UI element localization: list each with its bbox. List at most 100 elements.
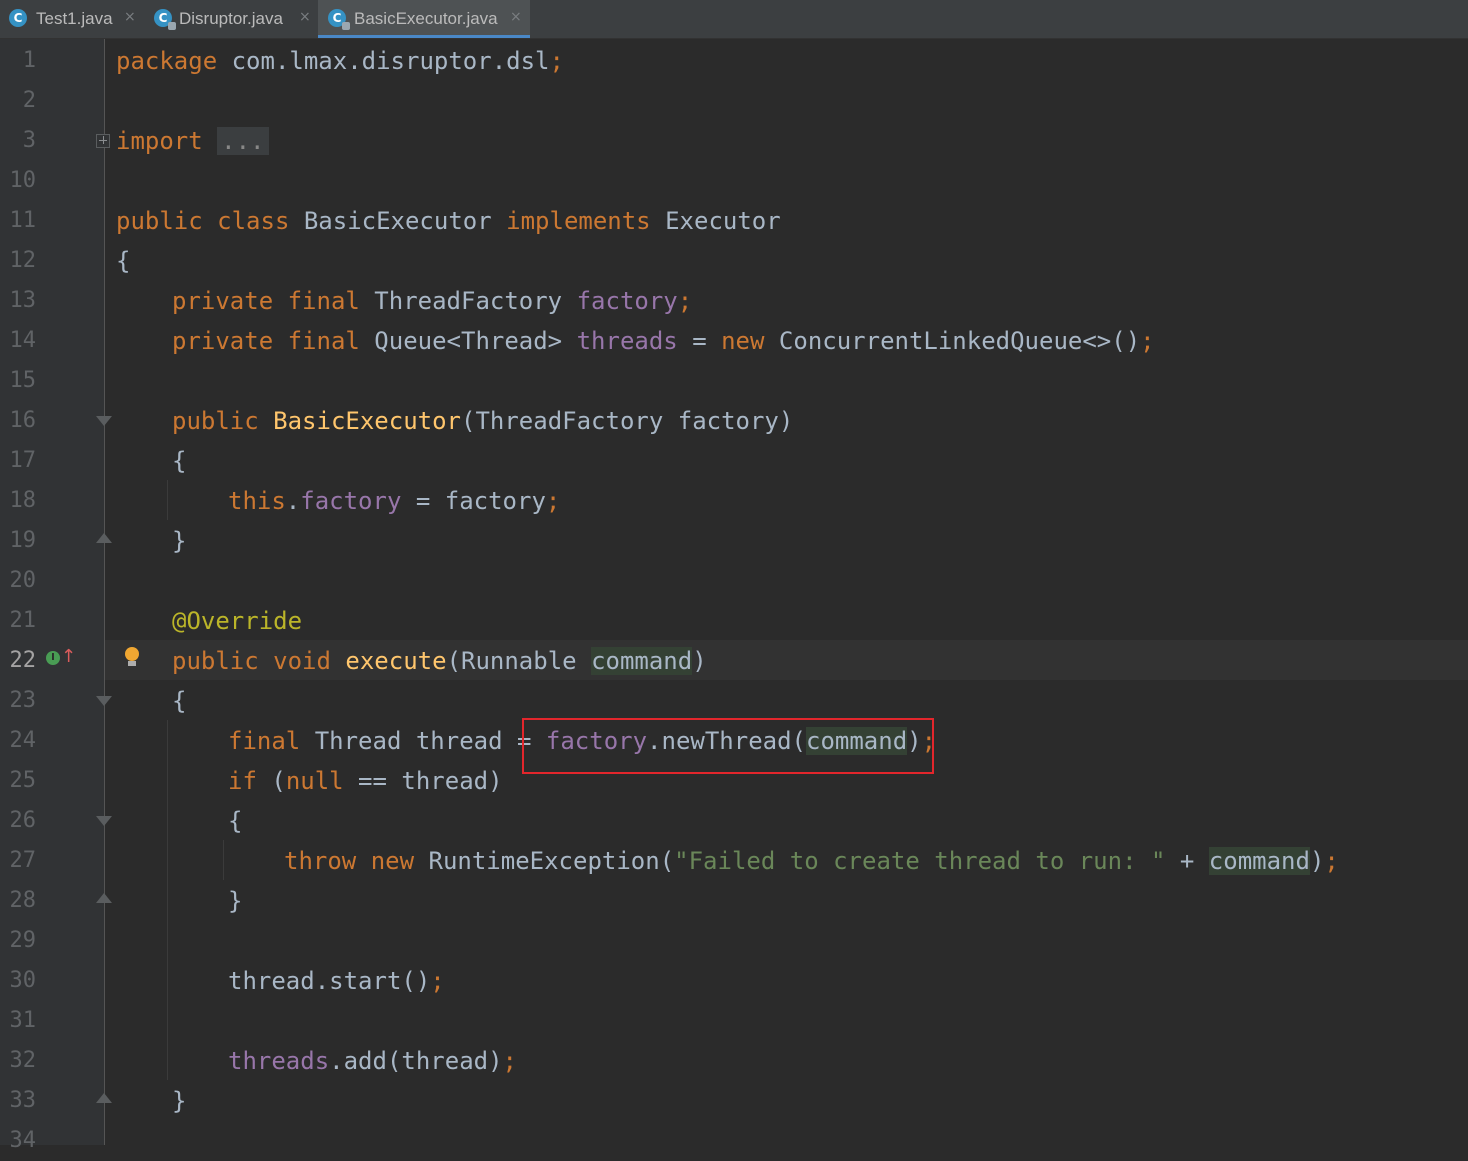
keyword: new bbox=[370, 847, 415, 875]
highlight-annotation-box bbox=[522, 718, 934, 774]
class-name: BasicExecutor bbox=[289, 207, 507, 235]
code-line-32[interactable]: threads.add(thread); bbox=[228, 1041, 517, 1081]
keyword: private final bbox=[172, 287, 360, 315]
code-line-11[interactable]: public class BasicExecutor implements Ex… bbox=[116, 201, 781, 241]
annotation: @Override bbox=[172, 607, 303, 635]
field: threads bbox=[576, 327, 678, 355]
line-number: 30 bbox=[9, 968, 37, 993]
icon-letter: C bbox=[158, 11, 168, 25]
folded-imports[interactable]: ... bbox=[217, 127, 269, 155]
method-call: .add(thread) bbox=[329, 1047, 503, 1075]
field: factory bbox=[300, 487, 402, 515]
brace: { bbox=[228, 807, 243, 835]
semicolon: ; bbox=[677, 287, 693, 315]
semicolon: ; bbox=[430, 967, 445, 995]
java-class-locked-icon: C bbox=[328, 9, 350, 30]
tab-disruptor[interactable]: C Disruptor.java × bbox=[146, 0, 318, 38]
code-line-14[interactable]: private final Queue<Thread> threads = ne… bbox=[172, 321, 1155, 361]
paren: ) bbox=[1309, 847, 1325, 875]
tab-test1[interactable]: C Test1.java × bbox=[0, 0, 146, 38]
fold-end-icon[interactable] bbox=[96, 893, 112, 903]
close-icon[interactable]: × bbox=[510, 9, 522, 25]
close-icon[interactable]: × bbox=[299, 9, 311, 25]
operator: = bbox=[677, 327, 722, 355]
condition: == thread) bbox=[343, 767, 503, 795]
code-line-23[interactable]: { bbox=[172, 681, 186, 721]
code-line-30[interactable]: thread.start(); bbox=[228, 961, 445, 1001]
keyword: public void bbox=[172, 647, 331, 675]
semicolon: ; bbox=[549, 47, 564, 75]
keyword: this bbox=[228, 487, 286, 515]
implements-method-icon[interactable]: I bbox=[46, 651, 60, 665]
line-number: 14 bbox=[9, 328, 37, 353]
code-line-25[interactable]: if (null == thread) bbox=[228, 761, 503, 801]
code-line-16[interactable]: public BasicExecutor(ThreadFactory facto… bbox=[172, 401, 793, 441]
code-line-17[interactable]: { bbox=[172, 441, 186, 481]
line-number: 18 bbox=[9, 488, 37, 513]
line-number: 34 bbox=[9, 1128, 37, 1153]
semicolon: ; bbox=[1324, 847, 1339, 875]
method-call: thread.start() bbox=[228, 967, 431, 995]
line-number: 3 bbox=[22, 128, 36, 153]
type: Queue<Thread> bbox=[359, 327, 577, 355]
fold-end-icon[interactable] bbox=[96, 533, 112, 543]
line-number: 28 bbox=[9, 888, 37, 913]
code-line-12[interactable]: { bbox=[116, 241, 130, 281]
keyword: public bbox=[172, 407, 259, 435]
keyword: package bbox=[116, 47, 218, 75]
code-line-21[interactable]: @Override bbox=[172, 601, 302, 641]
assignment: = factory bbox=[401, 487, 546, 515]
string-literal: "Failed to create thread to run: " bbox=[674, 847, 1166, 875]
paren: ( bbox=[256, 767, 286, 795]
lock-icon bbox=[168, 22, 176, 30]
fold-collapse-icon[interactable] bbox=[96, 696, 112, 706]
fold-expand-icon[interactable] bbox=[96, 134, 110, 148]
keyword: final bbox=[228, 727, 301, 755]
indent-guide bbox=[223, 840, 224, 880]
fold-end-icon[interactable] bbox=[96, 1093, 112, 1103]
lightbulb-icon[interactable] bbox=[124, 647, 140, 666]
code-line-28[interactable]: } bbox=[228, 881, 242, 921]
keyword: implements bbox=[506, 207, 651, 235]
interface-name: Executor bbox=[650, 207, 781, 235]
keyword: if bbox=[228, 767, 257, 795]
line-number: 24 bbox=[9, 728, 37, 753]
parameter-type: (Runnable bbox=[446, 647, 592, 675]
keyword: new bbox=[721, 327, 765, 355]
operator: + bbox=[1165, 847, 1209, 875]
tab-label: Test1.java bbox=[36, 9, 113, 28]
keyword: import bbox=[116, 127, 203, 155]
navigate-up-arrow-icon[interactable]: ↑ bbox=[61, 646, 76, 667]
line-number: 32 bbox=[9, 1048, 37, 1073]
brace: } bbox=[172, 1087, 187, 1115]
code-line-1[interactable]: package com.lmax.disruptor.dsl; bbox=[116, 41, 564, 81]
type: ThreadFactory bbox=[359, 287, 577, 315]
line-number: 1 bbox=[22, 48, 36, 73]
fold-collapse-icon[interactable] bbox=[96, 816, 112, 826]
line-number: 31 bbox=[9, 1008, 37, 1033]
brace: } bbox=[228, 887, 243, 915]
package-name: com.lmax.disruptor.dsl bbox=[217, 47, 550, 75]
fold-collapse-icon[interactable] bbox=[96, 416, 112, 426]
code-line-22[interactable]: public void execute(Runnable command) bbox=[172, 641, 707, 681]
code-line-13[interactable]: private final ThreadFactory factory; bbox=[172, 281, 692, 321]
line-number: 11 bbox=[9, 208, 37, 233]
constructor-call: ConcurrentLinkedQueue<>() bbox=[764, 327, 1141, 355]
brace: { bbox=[172, 447, 187, 475]
method-name: execute bbox=[345, 647, 447, 675]
close-icon[interactable]: × bbox=[124, 9, 136, 25]
code-line-27[interactable]: throw new RuntimeException("Failed to cr… bbox=[284, 841, 1339, 881]
gutter-separator bbox=[104, 39, 105, 1145]
indent-guide bbox=[167, 480, 168, 520]
code-line-26[interactable]: { bbox=[228, 801, 242, 841]
tab-basicexecutor[interactable]: C BasicExecutor.java × bbox=[318, 0, 530, 38]
code-line-3[interactable]: import ... bbox=[116, 121, 269, 161]
code-line-19[interactable]: } bbox=[172, 521, 186, 561]
line-number: 12 bbox=[9, 248, 37, 273]
brace: } bbox=[172, 527, 187, 555]
line-number: 33 bbox=[9, 1088, 37, 1113]
brace: { bbox=[172, 687, 187, 715]
code-line-33[interactable]: } bbox=[172, 1081, 186, 1121]
line-number: 29 bbox=[9, 928, 37, 953]
code-line-18[interactable]: this.factory = factory; bbox=[228, 481, 560, 521]
